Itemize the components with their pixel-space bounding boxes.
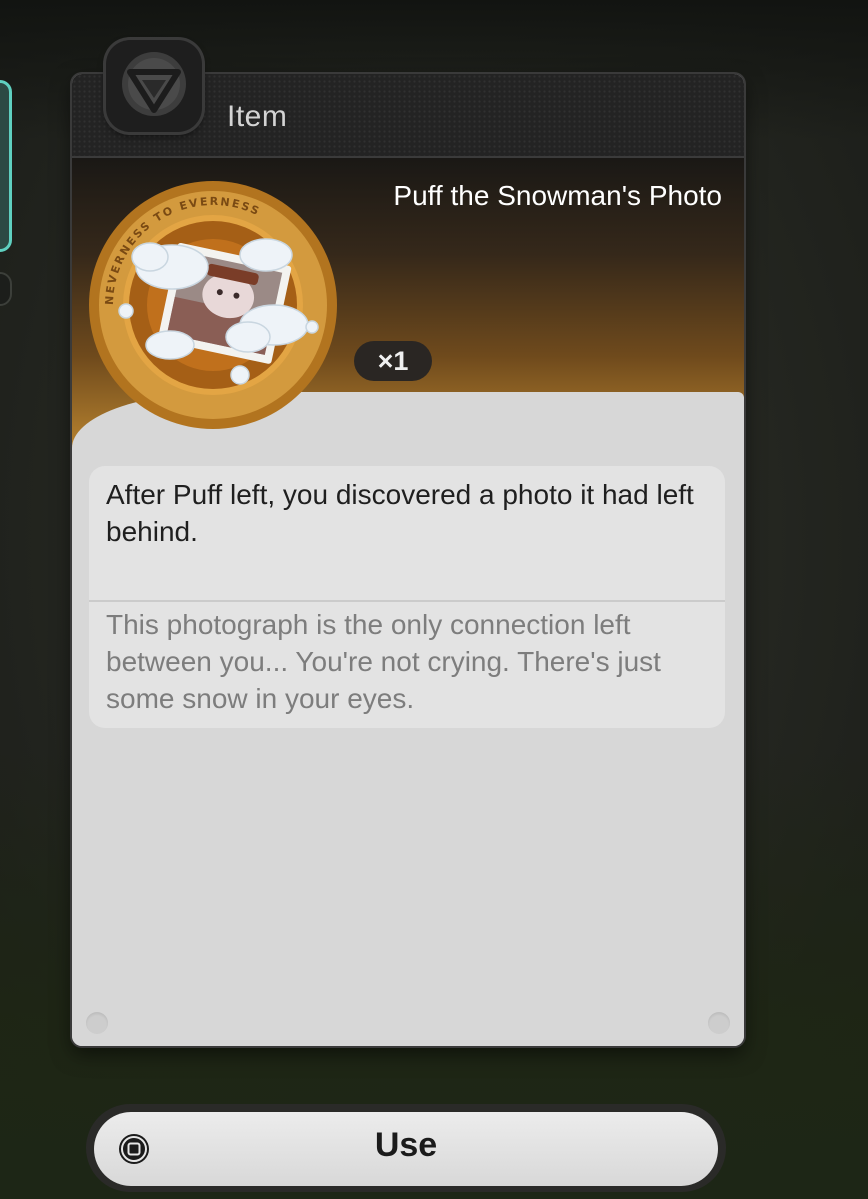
item-description: After Puff left, you discovered a photo …	[106, 479, 694, 547]
corner-rivet-right	[708, 1012, 730, 1034]
game-logo-icon	[106, 40, 202, 132]
side-indicator	[0, 272, 12, 306]
corner-rivet-left	[86, 1012, 108, 1034]
item-count-badge: ×1	[354, 341, 432, 381]
use-button-label: Use	[374, 1126, 438, 1164]
description-box: After Puff left, you discovered a photo …	[89, 466, 725, 728]
side-panel-tab[interactable]	[0, 80, 12, 252]
header-title: Item	[227, 100, 288, 133]
description-divider	[89, 600, 725, 602]
item-name: Puff the Snowman's Photo	[393, 180, 722, 211]
use-button[interactable]: Use	[94, 1112, 718, 1186]
item-emblem: NEVERNESS TO EVERNESS	[89, 181, 337, 429]
item-flavor-text: This photograph is the only connection l…	[106, 609, 661, 714]
